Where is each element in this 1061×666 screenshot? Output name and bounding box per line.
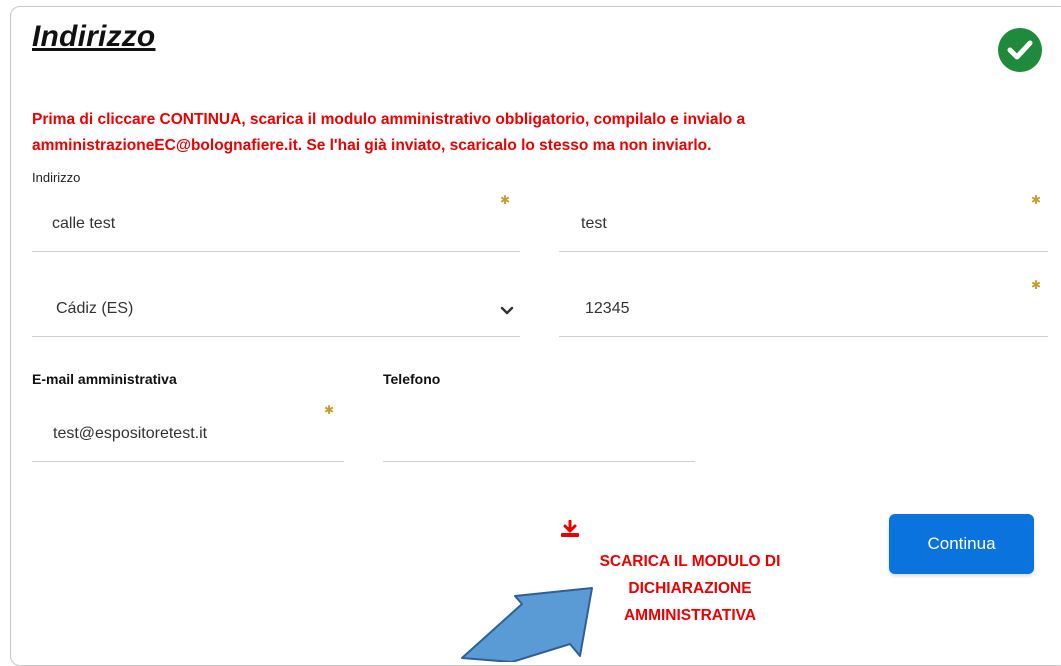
notice-line-1: Prima di cliccare CONTINUA, scarica il m… <box>32 111 746 128</box>
required-icon: ✱ <box>324 403 335 417</box>
chevron-down-icon <box>500 306 514 315</box>
phone-field[interactable] <box>383 400 695 462</box>
download-notice: Prima di cliccare CONTINUA, scarica il m… <box>32 107 932 159</box>
postal-code-value: 12345 <box>585 300 630 317</box>
check-circle-icon <box>998 28 1042 72</box>
email-field[interactable]: test@espositoretest.it <box>32 400 344 462</box>
province-select[interactable]: Cádiz (ES) <box>32 275 520 337</box>
province-value: Cádiz (ES) <box>56 300 134 317</box>
street-value: calle test <box>52 215 116 232</box>
street-number-value: test <box>581 215 607 232</box>
email-label: E-mail amministrativa <box>32 371 177 387</box>
required-icon: ✱ <box>1031 193 1042 207</box>
download-icon[interactable] <box>560 520 580 538</box>
street-number-field[interactable]: test <box>559 190 1048 252</box>
annotation-arrow <box>461 587 593 662</box>
email-value: test@espositoretest.it <box>53 425 208 442</box>
required-icon: ✱ <box>500 193 511 207</box>
street-field[interactable]: calle test <box>32 190 520 252</box>
download-link-line-1: SCARICA IL MODULO DI <box>599 553 781 570</box>
section-title: Indirizzo <box>32 20 156 53</box>
required-icon: ✱ <box>1031 278 1042 292</box>
postal-code-field[interactable]: 12345 <box>559 275 1048 337</box>
continue-button[interactable]: Continua <box>889 514 1034 574</box>
notice-line-2: amministrazioneEC@bolognafiere.it. Se l'… <box>32 137 712 154</box>
address-label: Indirizzo <box>32 170 81 185</box>
phone-label: Telefono <box>383 371 441 387</box>
